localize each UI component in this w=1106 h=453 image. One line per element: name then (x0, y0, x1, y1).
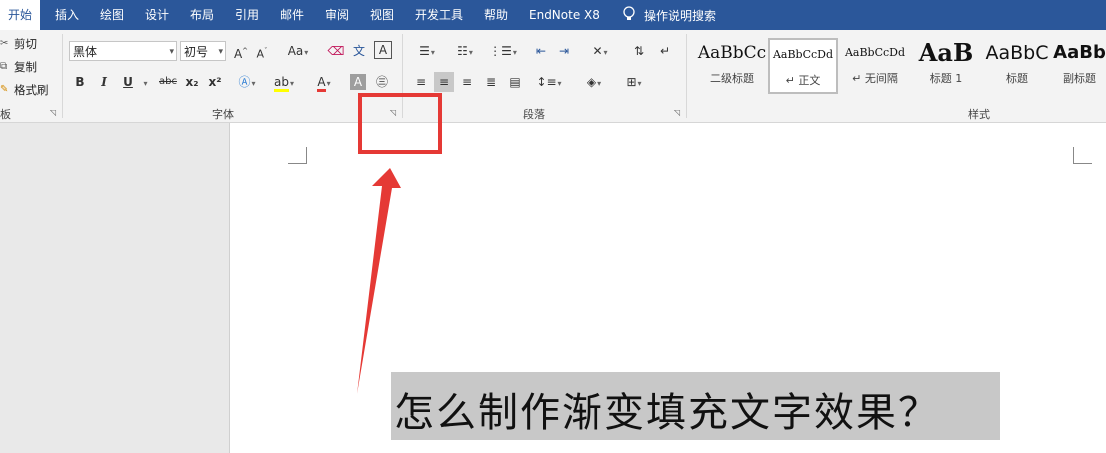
caption-banner: 怎么制作渐变填充文字效果？ (391, 372, 1000, 440)
annotation-highlight-box (358, 93, 442, 154)
caption-text: 怎么制作渐变填充文字效果？ (394, 390, 940, 436)
